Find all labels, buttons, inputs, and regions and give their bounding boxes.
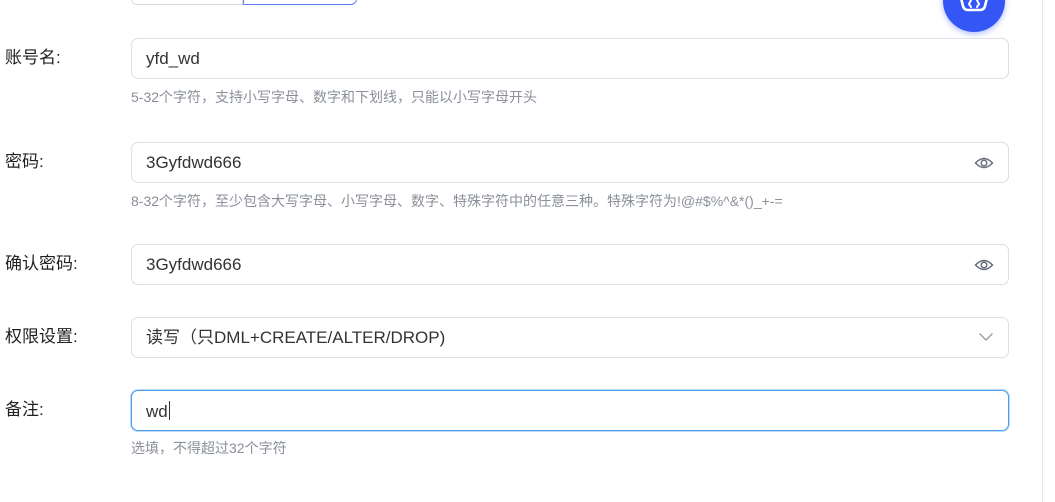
confirm-password-input[interactable]: 3Gyfdwd666 — [131, 244, 1009, 285]
segment-option-2[interactable] — [243, 0, 357, 5]
permission-select[interactable]: 读写（只DML+CREATE/ALTER/DROP) — [131, 317, 1009, 358]
password-hint: 8-32个字符，至少包含大写字母、小写字母、数字、特殊字符中的任意三种。特殊字符… — [131, 193, 783, 209]
remark-value-wrap: wd — [146, 401, 170, 422]
confirm-password-value: 3Gyfdwd666 — [146, 255, 242, 274]
remark-hint: 选填，不得超过32个字符 — [131, 440, 287, 456]
panel-divider — [1042, 0, 1043, 502]
permission-selected-value: 读写（只DML+CREATE/ALTER/DROP) — [146, 328, 446, 347]
remark-value: wd — [146, 402, 168, 421]
account-name-value: yfd_wd — [146, 49, 200, 68]
text-caret — [168, 401, 170, 420]
assistant-button[interactable] — [943, 0, 1005, 32]
remark-label: 备注: — [5, 400, 44, 419]
account-name-input[interactable]: yfd_wd — [131, 38, 1009, 79]
chevron-down-icon — [979, 333, 993, 341]
account-name-hint: 5-32个字符，支持小写字母、数字和下划线，只能以小写字母开头 — [131, 89, 538, 105]
confirm-password-label: 确认密码: — [5, 254, 78, 273]
assistant-icon — [960, 0, 988, 12]
password-label: 密码: — [5, 152, 44, 171]
segmented-control — [131, 0, 357, 5]
account-name-label: 账号名: — [5, 48, 61, 67]
remark-input[interactable]: wd — [131, 390, 1009, 431]
permission-label: 权限设置: — [5, 327, 78, 346]
password-value: 3Gyfdwd666 — [146, 153, 242, 172]
eye-icon[interactable] — [974, 155, 994, 171]
password-input[interactable]: 3Gyfdwd666 — [131, 142, 1009, 183]
eye-icon[interactable] — [974, 257, 994, 273]
segment-option-1[interactable] — [131, 0, 243, 5]
